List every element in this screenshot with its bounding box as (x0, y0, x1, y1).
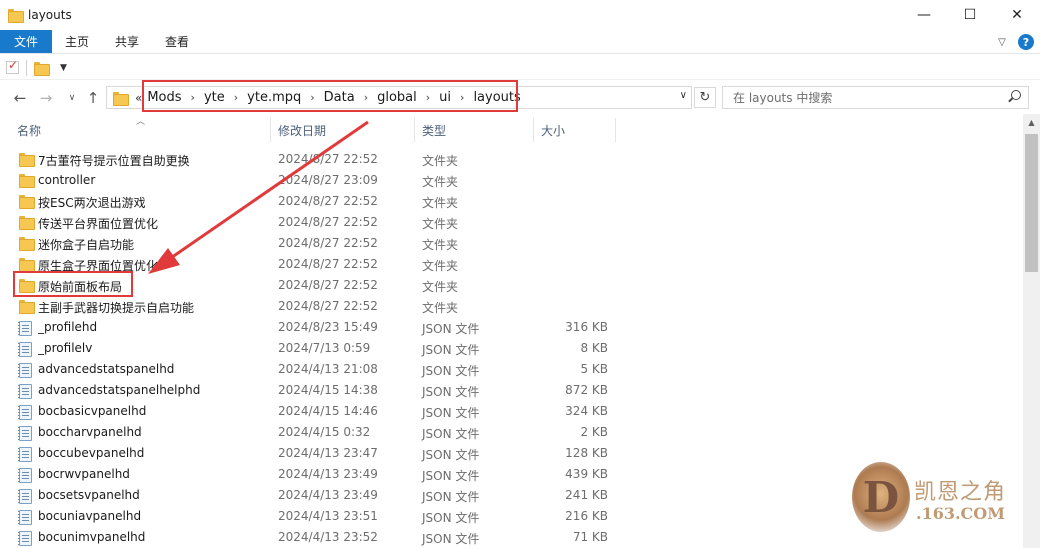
arrow-head (148, 248, 180, 274)
watermark-domain: .163.COM (916, 504, 1005, 523)
vertical-scrollbar[interactable]: ▲ (1023, 114, 1040, 548)
scrollbar-thumb[interactable] (1025, 134, 1038, 272)
watermark: D 凯恩之角 .163.COM (842, 460, 1022, 540)
watermark-logo: D (852, 462, 910, 532)
scroll-up-icon[interactable]: ▲ (1023, 114, 1040, 131)
watermark-name: 凯恩之角 (914, 480, 1007, 505)
arrow-line (164, 120, 369, 264)
